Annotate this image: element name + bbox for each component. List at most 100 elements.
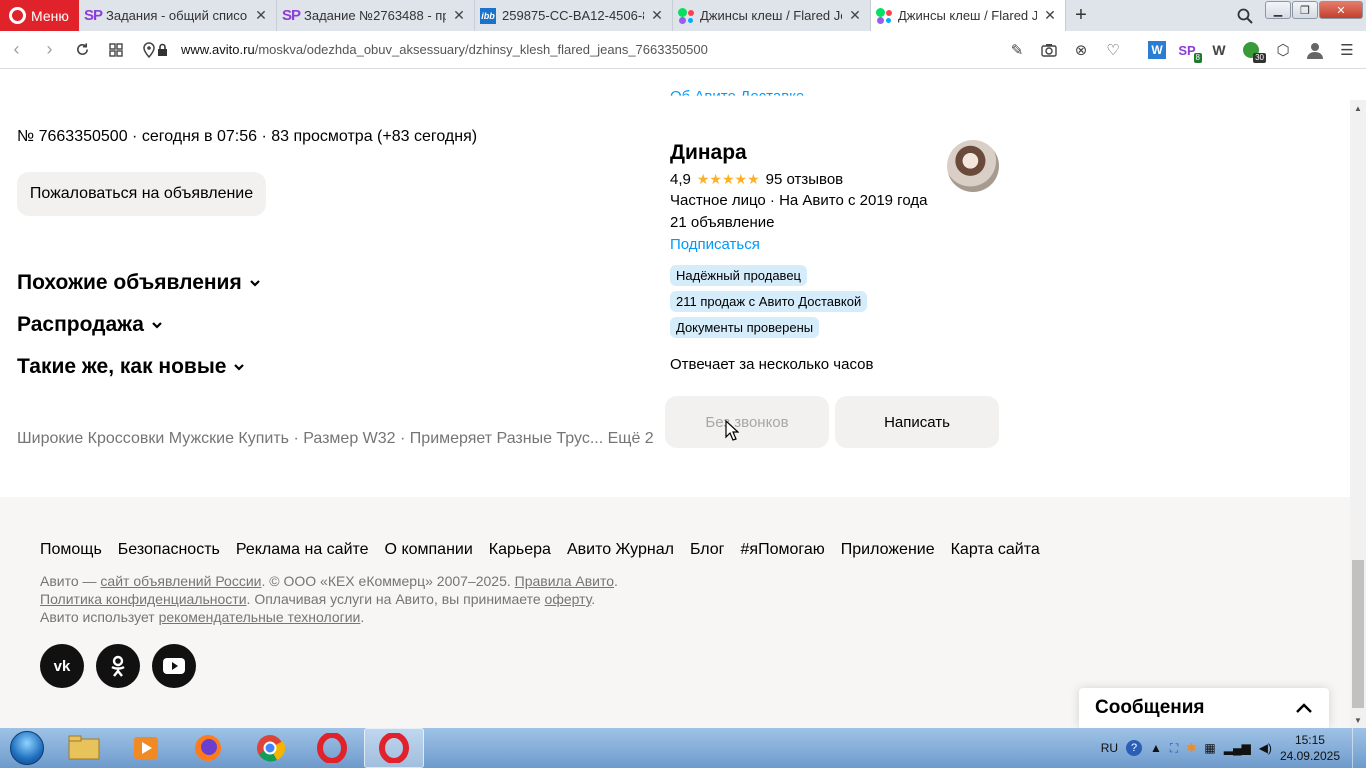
- url-text[interactable]: www.avito.ru/moskva/odezhda_obuv_aksessu…: [181, 42, 708, 57]
- tab-close-icon[interactable]: ✕: [452, 7, 466, 24]
- language-indicator[interactable]: RU: [1101, 741, 1118, 755]
- no-calls-button[interactable]: Без звонков: [665, 396, 829, 448]
- opera-menu-button[interactable]: Меню: [0, 0, 79, 31]
- listing-meta: № 7663350500 · сегодня в 07:56 · 83 прос…: [17, 128, 478, 145]
- firefox-taskbar-icon[interactable]: [178, 728, 238, 768]
- browser-tab-strip: Меню SP Задания - общий список з ✕ SP За…: [0, 0, 1366, 31]
- star-rating-icon: ★★★★★: [696, 171, 760, 187]
- chevron-down-icon: [249, 280, 260, 287]
- start-button[interactable]: [0, 728, 54, 768]
- help-icon[interactable]: ?: [1126, 740, 1143, 756]
- footer-legal-line-2: Политика конфиденциальности. Оплачивая у…: [40, 591, 596, 607]
- footer-link-app[interactable]: Приложение: [841, 541, 935, 559]
- recommendation-tech-link[interactable]: рекомендательные технологии: [159, 609, 361, 625]
- signal-tray-icon[interactable]: ▂▄▆: [1224, 741, 1251, 755]
- forward-icon[interactable]: ›: [33, 31, 66, 69]
- minimize-icon[interactable]: ▁: [1265, 1, 1291, 19]
- address-bar-tools: ✎ ⊗ ♡ W SP 8 W 30 ⬡ ☰: [1006, 31, 1358, 69]
- camera-icon[interactable]: [1038, 39, 1060, 61]
- sp-favicon-icon: SP: [84, 7, 103, 24]
- footer-link-blog[interactable]: Блог: [690, 541, 725, 559]
- youtube-icon[interactable]: [152, 644, 196, 688]
- scroll-up-icon[interactable]: ▲: [1350, 100, 1366, 116]
- offer-link[interactable]: оферту: [545, 591, 592, 607]
- green-extension-icon[interactable]: 30: [1240, 39, 1266, 63]
- related-searches[interactable]: Широкие Кроссовки Мужские Купить · Разме…: [17, 430, 654, 448]
- seller-listings-count[interactable]: 21 объявление: [670, 214, 775, 231]
- footer-link-sitemap[interactable]: Карта сайта: [951, 541, 1040, 559]
- report-listing-button[interactable]: Пожаловаться на объявление: [17, 172, 266, 216]
- footer-link-journal[interactable]: Авито Журнал: [567, 541, 674, 559]
- sp-extension-icon[interactable]: SP 8: [1176, 39, 1202, 63]
- seller-avatar[interactable]: [947, 140, 999, 192]
- mouse-cursor-icon: [725, 420, 739, 441]
- rules-link[interactable]: Правила Авито: [515, 573, 614, 589]
- browser-tab-5-active[interactable]: Джинсы клеш / Flared Jea ✕: [871, 0, 1066, 31]
- messages-widget[interactable]: Сообщения: [1079, 688, 1329, 728]
- back-icon[interactable]: ‹: [0, 31, 33, 69]
- seller-rating[interactable]: 4,9 ★★★★★ 95 отзывов: [670, 171, 843, 188]
- avito-delivery-link[interactable]: Об Авито Доставке: [670, 88, 804, 96]
- tab-search-icon[interactable]: [1225, 0, 1265, 31]
- similar-listings-toggle[interactable]: Похожие объявления: [17, 271, 262, 295]
- ibb-favicon-icon: ibb: [480, 7, 496, 24]
- sale-toggle[interactable]: Распродажа: [17, 313, 164, 337]
- maximize-icon[interactable]: ❐: [1292, 1, 1318, 19]
- close-window-icon[interactable]: ✕: [1319, 1, 1363, 19]
- page-scrollbar[interactable]: ▲ ▼: [1350, 100, 1366, 728]
- browser-tab-3[interactable]: ibb 259875-CC-BA12-4506-83 ✕: [475, 0, 673, 31]
- tray-expand-icon[interactable]: ▲: [1150, 741, 1162, 755]
- classifieds-link[interactable]: сайт объявлений России: [100, 573, 261, 589]
- footer-link-ads[interactable]: Реклама на сайте: [236, 541, 369, 559]
- ok-icon[interactable]: [96, 644, 140, 688]
- footer-link-career[interactable]: Карьера: [489, 541, 551, 559]
- show-desktop-button[interactable]: [1352, 728, 1366, 768]
- browser-tab-1[interactable]: SP Задания - общий список з ✕: [79, 0, 277, 31]
- footer-link-about[interactable]: О компании: [385, 541, 473, 559]
- edit-icon[interactable]: ✎: [1006, 39, 1028, 61]
- sp-favicon-icon: SP: [282, 7, 301, 24]
- cube-extension-icon[interactable]: ⬡: [1272, 39, 1294, 61]
- windows-logo-icon: [10, 731, 44, 765]
- tab-close-icon[interactable]: ✕: [848, 7, 862, 24]
- speed-dial-icon[interactable]: [99, 31, 132, 69]
- chevron-up-icon[interactable]: [1295, 702, 1313, 714]
- footer-link-help[interactable]: Помощь: [40, 541, 102, 559]
- tab-close-icon[interactable]: ✕: [254, 7, 268, 24]
- footer-link-help-hashtag[interactable]: #яПомогаю: [741, 541, 825, 559]
- chrome-taskbar-icon[interactable]: [240, 728, 300, 768]
- easy-setup-icon[interactable]: ☰: [1336, 39, 1358, 61]
- block-ads-icon[interactable]: ⊗: [1070, 39, 1092, 61]
- scroll-down-icon[interactable]: ▼: [1350, 712, 1366, 728]
- tab-close-icon[interactable]: ✕: [1043, 7, 1057, 24]
- avito-favicon-icon: [678, 7, 694, 24]
- seller-name[interactable]: Динара: [670, 141, 747, 165]
- seller-badge: Надёжный продавец: [670, 265, 807, 286]
- media-player-taskbar-icon[interactable]: [116, 728, 176, 768]
- screenshot-tray-icon[interactable]: ⛶: [1170, 741, 1178, 756]
- opera-menu-label: Меню: [31, 7, 69, 24]
- system-clock[interactable]: 15:15 24.09.2025: [1280, 732, 1340, 764]
- reload-icon[interactable]: [66, 31, 99, 69]
- opera-active-taskbar-icon[interactable]: [364, 728, 424, 768]
- wiki-extension-icon[interactable]: W: [1208, 39, 1230, 61]
- subscribe-link[interactable]: Подписаться: [670, 236, 760, 253]
- browser-tab-4[interactable]: Джинсы клеш / Flared Jea ✕: [673, 0, 871, 31]
- tab-close-icon[interactable]: ✕: [650, 7, 664, 24]
- scroll-thumb[interactable]: [1352, 560, 1364, 708]
- network-tray-icon[interactable]: ▦: [1204, 741, 1215, 755]
- new-tab-button[interactable]: +: [1066, 0, 1096, 31]
- tray-app-icon[interactable]: ✱: [1186, 741, 1196, 755]
- browser-tab-2[interactable]: SP Задание №2763488 - про ✕: [277, 0, 475, 31]
- profile-icon[interactable]: [1304, 39, 1326, 61]
- volume-icon[interactable]: ◀): [1259, 741, 1272, 755]
- heart-icon[interactable]: ♡: [1102, 39, 1124, 61]
- footer-link-security[interactable]: Безопасность: [118, 541, 220, 559]
- like-new-toggle[interactable]: Такие же, как новые: [17, 355, 246, 379]
- privacy-policy-link[interactable]: Политика конфиденциальности: [40, 591, 247, 607]
- write-message-button[interactable]: Написать: [835, 396, 999, 448]
- explorer-taskbar-icon[interactable]: [54, 728, 114, 768]
- opera-taskbar-icon[interactable]: [302, 728, 362, 768]
- vk-icon[interactable]: vk: [40, 644, 84, 688]
- word-extension-icon[interactable]: W: [1148, 41, 1166, 59]
